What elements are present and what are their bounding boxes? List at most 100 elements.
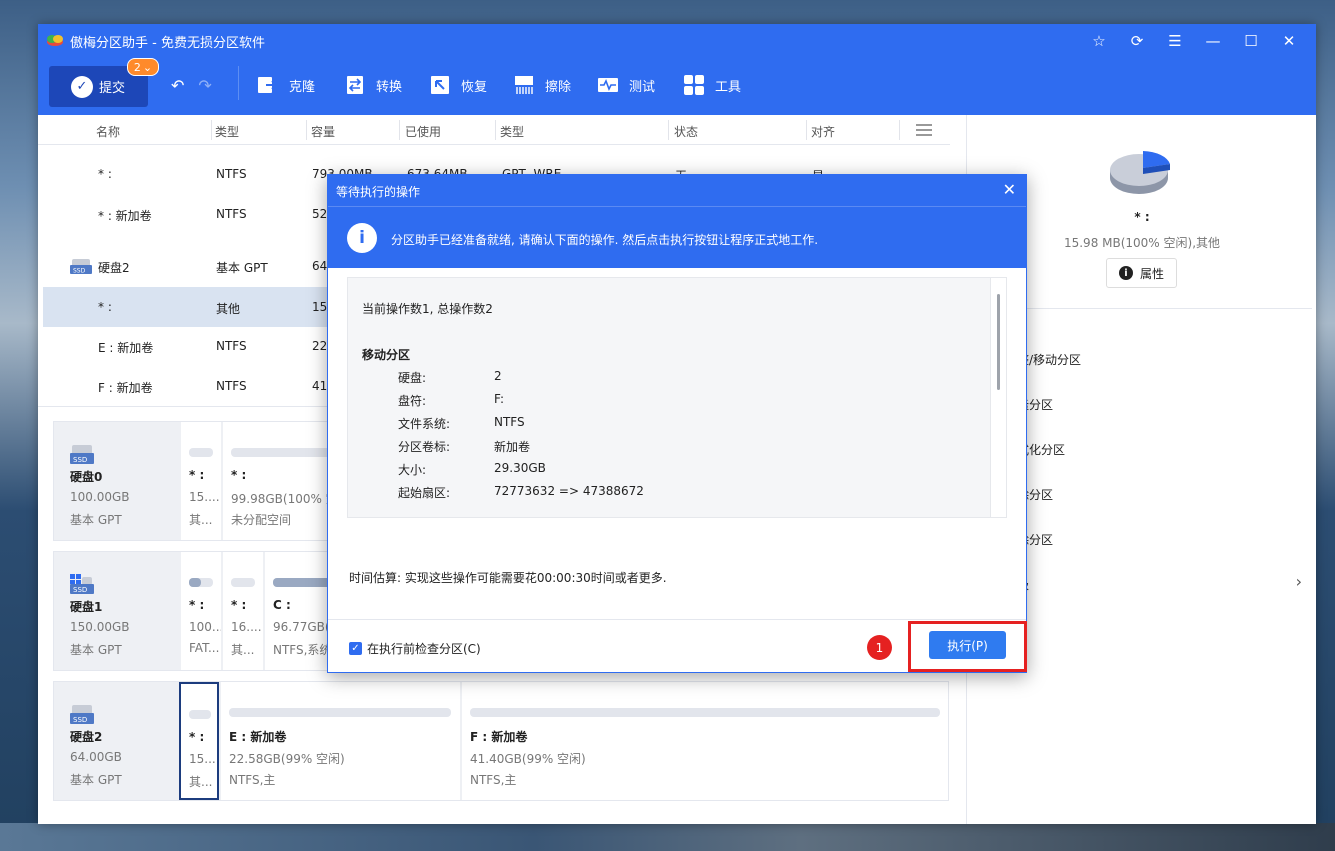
pending-operations-dialog: 等待执行的操作 ✕ i 分区助手已经准备就绪, 请确认下面的操作. 然后点击执行… <box>327 174 1027 673</box>
column-header: 名称 类型 容量 已使用 类型 状态 对齐 <box>38 115 950 145</box>
field-value: 72773632 => 47388672 <box>494 484 644 498</box>
header: 傲梅分区助手 - 免费无损分区软件 ☆ ⟳ ☰ — ☐ ✕ ✓ 提交 2 ⌄ ↶… <box>38 24 1316 115</box>
app-title: 傲梅分区助手 - 免费无损分区软件 <box>70 36 265 51</box>
properties-label: 属性 <box>1139 266 1164 281</box>
partition-block-selected[interactable]: * : 15.... 其... <box>179 682 219 800</box>
field-label: 盘符: <box>398 394 427 408</box>
svg-text:SSD: SSD <box>73 268 86 275</box>
column-align[interactable]: 对齐 <box>811 123 835 140</box>
commit-label: 提交 <box>99 81 126 96</box>
svg-text:SSD: SSD <box>73 586 87 594</box>
info-icon: i <box>347 223 377 253</box>
toolbar-tools-label: 工具 <box>715 79 742 95</box>
toolbar-restore-label: 恢复 <box>461 79 488 95</box>
field-value: 新加卷 <box>494 440 531 454</box>
close-icon[interactable]: ✕ <box>1270 30 1308 52</box>
dialog-title: 等待执行的操作 <box>336 185 421 199</box>
partition-block[interactable]: F : 新加卷 41.40GB(99% 空闲) NTFS,主 <box>460 682 948 800</box>
minimize-icon[interactable]: — <box>1194 30 1232 52</box>
column-used[interactable]: 已使用 <box>405 123 441 140</box>
partition-block[interactable]: * : 16.... 其... <box>221 552 263 670</box>
pending-count-badge[interactable]: 2 ⌄ <box>127 58 159 76</box>
column-type[interactable]: 类型 <box>215 123 239 140</box>
svg-text:SSD: SSD <box>73 716 87 724</box>
toolbar-wipe-button[interactable]: 擦除 <box>513 75 571 95</box>
checkbox-label: 在执行前检查分区(C) <box>367 642 481 656</box>
pending-count: 2 <box>133 60 141 74</box>
wipe-icon <box>513 75 535 95</box>
ssd-disk-icon: SSD <box>70 705 94 724</box>
toolbar-clone-label: 克隆 <box>289 79 316 95</box>
info-icon: i <box>1118 266 1133 280</box>
check-before-execute[interactable]: ✓ 在执行前检查分区(C) <box>349 640 481 657</box>
scrollbar-thumb[interactable] <box>997 294 1000 390</box>
disk-info[interactable]: SSD 硬盘2 64.00GB 基本 GPT <box>54 682 179 800</box>
convert-icon <box>344 75 366 95</box>
menu-icon[interactable]: ☰ <box>1156 30 1194 52</box>
time-estimate: 时间估算: 实现这些操作可能需要花00:00:30时间或者更多. <box>349 571 667 585</box>
field-label: 分区卷标: <box>398 440 451 454</box>
test-icon <box>597 75 619 95</box>
column-capacity[interactable]: 容量 <box>311 123 335 140</box>
toolbar-tools-button[interactable]: 工具 <box>683 75 741 95</box>
toolbar-convert-label: 转换 <box>376 79 403 95</box>
ssd-disk-icon: SSD <box>70 259 92 275</box>
refresh-icon[interactable]: ⟳ <box>1118 30 1156 52</box>
clone-icon <box>257 75 279 95</box>
partition-block[interactable]: * : 15.... 其... <box>179 422 221 540</box>
toolbar-restore-button[interactable]: 恢复 <box>429 75 487 95</box>
toolbar-divider <box>238 66 239 100</box>
field-label: 起始扇区: <box>398 486 451 500</box>
field-label: 硬盘: <box>398 371 427 385</box>
pie-chart-icon <box>1110 151 1170 194</box>
column-name[interactable]: 名称 <box>96 123 120 140</box>
usage-bar <box>189 578 201 587</box>
dialog-banner: i 分区助手已经准备就绪, 请确认下面的操作. 然后点击执行按钮让程序正式地工作… <box>328 206 1026 268</box>
field-value: F: <box>494 392 505 406</box>
desktop-wallpaper <box>0 823 1335 851</box>
column-partition-type[interactable]: 类型 <box>500 123 524 140</box>
dialog-title-bar: 等待执行的操作 ✕ <box>328 175 1026 206</box>
tools-grid-icon <box>683 75 705 95</box>
partition-block[interactable]: E : 新加卷 22.58GB(99% 空闲) NTFS,主 <box>219 682 460 800</box>
svg-text:SSD: SSD <box>73 456 87 464</box>
undo-icon[interactable]: ↶ <box>171 76 184 95</box>
close-icon[interactable]: ✕ <box>1003 180 1016 199</box>
field-value: 29.30GB <box>494 461 546 475</box>
banner-text: 分区助手已经准备就绪, 请确认下面的操作. 然后点击执行按钮让程序正式地工作. <box>391 233 819 247</box>
execute-button[interactable]: 执行(P) <box>929 631 1006 659</box>
toolbar-test-label: 测试 <box>629 79 656 95</box>
windows-ssd-disk-icon: SSD <box>70 574 94 594</box>
toolbar-test-button[interactable]: 测试 <box>597 75 655 95</box>
chevron-down-icon: ⌄ <box>142 60 153 74</box>
partition-block[interactable]: * : 100.... FAT... <box>179 552 221 670</box>
column-status[interactable]: 状态 <box>674 123 698 140</box>
properties-button[interactable]: i 属性 <box>1106 258 1177 288</box>
app-logo-icon <box>47 35 63 46</box>
maximize-icon[interactable]: ☐ <box>1232 30 1270 52</box>
operation-count: 当前操作数1, 总操作数2 <box>362 302 493 316</box>
undo-redo: ↶ ↷ <box>171 76 212 95</box>
scrollbar[interactable] <box>990 278 1006 517</box>
operation-heading: 移动分区 <box>362 348 411 362</box>
divider <box>1007 308 1312 309</box>
star-icon[interactable]: ☆ <box>1080 30 1118 52</box>
checkbox-checked-icon[interactable]: ✓ <box>349 642 362 655</box>
redo-icon[interactable]: ↷ <box>198 76 211 95</box>
disk-info[interactable]: SSD 硬盘0 100.00GB 基本 GPT <box>54 422 179 540</box>
toolbar-clone-button[interactable]: 克隆 <box>257 75 315 95</box>
step-marker: 1 <box>867 635 892 660</box>
disk-card-2: SSD 硬盘2 64.00GB 基本 GPT * : 15.... 其... E… <box>53 681 949 801</box>
disk-info[interactable]: SSD 硬盘1 150.00GB 基本 GPT <box>54 552 179 670</box>
window-controls: ☆ ⟳ ☰ — ☐ ✕ <box>1080 30 1308 52</box>
column-settings-icon[interactable] <box>916 124 932 136</box>
operation-details: 当前操作数1, 总操作数2 移动分区 硬盘: 2 盘符: F: 文件系统: NT… <box>347 277 1007 518</box>
field-value: NTFS <box>494 415 525 429</box>
toolbar-convert-button[interactable]: 转换 <box>344 75 402 95</box>
title-bar: 傲梅分区助手 - 免费无损分区软件 ☆ ⟳ ☰ — ☐ ✕ <box>38 24 1316 58</box>
chevron-right-icon[interactable]: › <box>1296 572 1302 591</box>
check-icon: ✓ <box>71 75 93 98</box>
toolbar-wipe-label: 擦除 <box>545 79 572 95</box>
partition-block[interactable]: * : 99.98GB(100% 空 未分配空间 <box>221 422 341 540</box>
field-label: 大小: <box>398 463 427 477</box>
